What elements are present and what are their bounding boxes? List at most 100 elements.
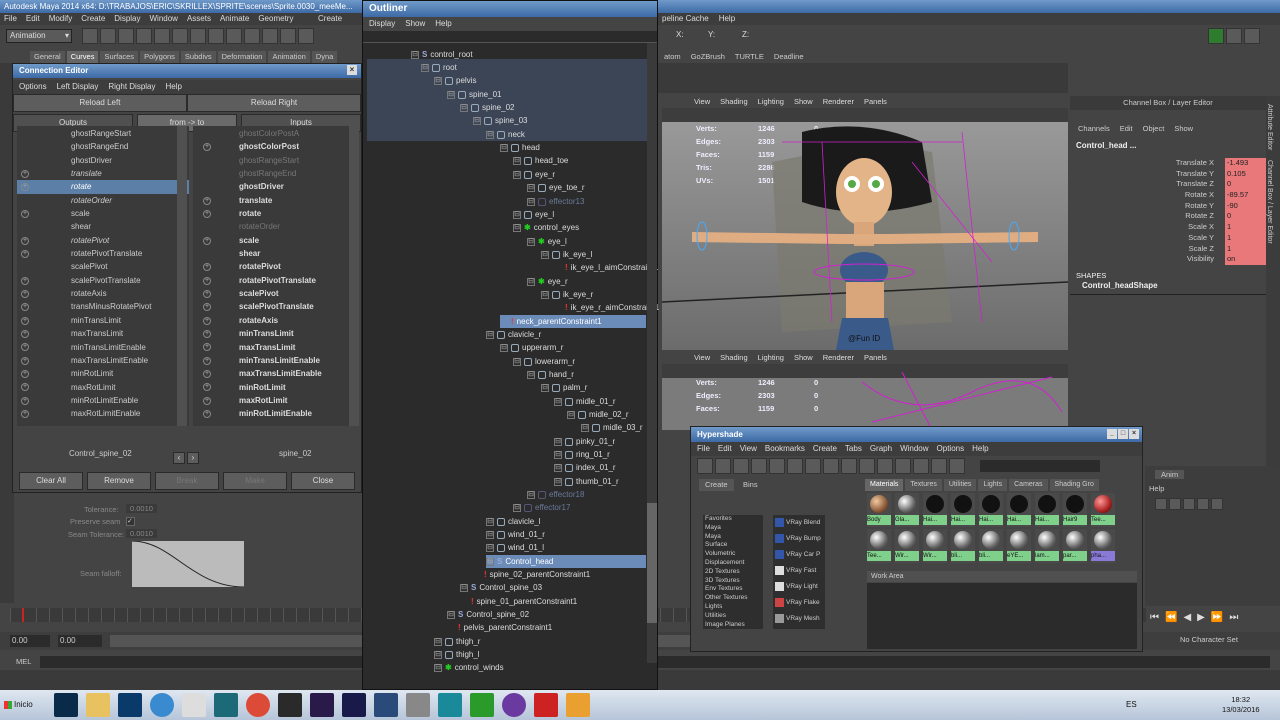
expand-toggle-icon[interactable]: ⊟ <box>500 143 508 152</box>
play-back-icon[interactable]: ◀ <box>1183 612 1197 623</box>
folder-icon[interactable] <box>86 693 110 717</box>
expand-toggle-icon[interactable]: ⊟ <box>513 170 521 179</box>
ie-icon[interactable] <box>150 693 174 717</box>
goto-end-icon[interactable]: ⏭ <box>1229 612 1244 623</box>
outliner-item[interactable]: ⊟ wind_01_r <box>486 528 545 541</box>
vp-menu-view[interactable]: View <box>694 96 710 108</box>
toggle-attr-editor-icon[interactable] <box>1208 28 1224 44</box>
character-set-field[interactable]: No Character Set <box>1180 635 1238 644</box>
vray-node[interactable]: VRay Blend <box>773 515 825 531</box>
tree-item[interactable]: Env Textures <box>705 585 763 594</box>
expand-toggle-icon[interactable]: ⊟ <box>460 583 468 592</box>
tree-item[interactable]: 2D Textures <box>705 568 763 577</box>
cb-value[interactable]: on <box>1225 254 1267 265</box>
outliner-item[interactable]: ⊟ spine_03 <box>473 114 527 127</box>
outliner-item[interactable]: ⊟ ring_01_r <box>554 448 610 461</box>
expand-toggle-icon[interactable]: ⊟ <box>434 76 442 85</box>
vp2-menu-shading[interactable]: Shading <box>720 352 748 364</box>
expand-toggle-icon[interactable]: ⊟ <box>486 517 494 526</box>
outliner-item[interactable]: ⊟ hand_r <box>527 368 574 381</box>
outliner-item[interactable]: ⊟ ik_eye_l <box>541 248 592 261</box>
hs-search-field[interactable] <box>979 460 1100 472</box>
vp2-menu-show[interactable]: Show <box>794 352 813 364</box>
outliner-item[interactable]: ⊟ clavicle_r <box>486 328 541 341</box>
chrome-icon[interactable] <box>246 693 270 717</box>
expand-toggle-icon[interactable]: ⊟ <box>581 423 589 432</box>
outliner-item[interactable]: ⊟ head <box>500 141 540 154</box>
expand-toggle-icon[interactable]: ⊟ <box>513 223 521 232</box>
outliner-item[interactable]: ⊟ lowerarm_r <box>513 355 575 368</box>
maya-icon[interactable] <box>214 693 238 717</box>
expand-toggle-icon[interactable]: ⊟ <box>421 63 429 72</box>
outliner-item[interactable]: ⊟ S Control_spine_03 <box>460 581 542 594</box>
hs-menu-help[interactable]: Help <box>972 442 988 456</box>
hs-tab-materials[interactable]: Materials <box>865 479 904 491</box>
material-swatch[interactable]: eYE... <box>1007 529 1031 563</box>
menu-create-deform[interactable]: Create Deform <box>318 13 362 25</box>
hs-tool-icon-8[interactable] <box>823 458 839 474</box>
expand-toggle-icon[interactable]: ⊟ <box>541 290 549 299</box>
photoshop-2-icon[interactable] <box>118 693 142 717</box>
vp2-menu-view[interactable]: View <box>694 352 710 364</box>
expand-toggle-icon[interactable]: ⊟ <box>527 183 535 192</box>
work-area[interactable] <box>867 583 1137 649</box>
cb-row-rotate-x[interactable]: Rotate X -89.57 <box>1070 190 1267 201</box>
outliner-item[interactable]: ⊟ eye_toe_r <box>527 181 585 194</box>
expand-toggle-icon[interactable]: ⊟ <box>527 490 535 499</box>
ipr-icon[interactable] <box>298 28 314 44</box>
channel-box-tab[interactable]: Channel Box / Layer Editor <box>1266 160 1273 244</box>
tree-item[interactable]: Maya <box>705 533 763 542</box>
tree-item[interactable]: Image Planes <box>705 621 763 629</box>
cb-value[interactable]: -1.493 <box>1225 158 1267 169</box>
outliner-item[interactable]: ⊟ spine_02 <box>460 101 514 114</box>
shelf-tab-turtle[interactable]: TURTLE <box>735 51 764 63</box>
vp-menu-panels[interactable]: Panels <box>864 96 887 108</box>
tree-item[interactable]: 3D Textures <box>705 577 763 586</box>
material-swatch[interactable]: Hai... <box>951 493 975 527</box>
material-swatch[interactable]: Tee... <box>867 529 891 563</box>
outliner-item[interactable]: ⊟!ik_eye_l_aimConstraint1 <box>554 261 658 274</box>
layer-add-icon[interactable] <box>1169 498 1181 510</box>
outliner-item[interactable]: ⊟ ✱ eye_r <box>527 275 568 288</box>
tree-item[interactable]: Maya <box>705 524 763 533</box>
material-swatch[interactable]: bli... <box>979 529 1003 563</box>
expand-toggle-icon[interactable]: ⊟ <box>554 450 562 459</box>
tree-item[interactable]: Lights <box>705 603 763 612</box>
outliner-scrollbar[interactable] <box>647 43 657 663</box>
cb-value[interactable]: -89.57 <box>1225 190 1267 201</box>
language-indicator[interactable]: ES <box>1126 700 1137 709</box>
app6-icon[interactable] <box>502 693 526 717</box>
hs-tool-icon-13[interactable] <box>913 458 929 474</box>
outliner-item[interactable]: ⊟ midle_03_r <box>581 421 643 434</box>
vray-node[interactable]: VRay Fast <box>773 563 825 579</box>
tree-item[interactable]: Utilities <box>705 612 763 621</box>
hs-maximize-icon[interactable]: □ <box>1118 429 1128 439</box>
outliner-item[interactable]: ⊟ S Control_head <box>486 555 646 568</box>
material-swatch[interactable]: bli... <box>951 529 975 563</box>
material-swatch[interactable]: Wir... <box>923 529 947 563</box>
shelf-tab-atom[interactable]: atom <box>664 51 681 63</box>
expand-toggle-icon[interactable]: ⊟ <box>513 156 521 165</box>
cb-row-scale-y[interactable]: Scale Y 1 <box>1070 232 1267 244</box>
cb-row-rotate-y[interactable]: Rotate Y -90 <box>1070 200 1267 212</box>
outliner-item[interactable]: ⊟ S Control_spine_02 <box>447 608 529 621</box>
hs-menu-create[interactable]: Create <box>813 442 837 456</box>
hs-tool-icon-12[interactable] <box>895 458 911 474</box>
cb-shape-name[interactable]: Control_headShape <box>1070 280 1266 292</box>
shelf-tab-deadline[interactable]: Deadline <box>774 51 804 63</box>
clock[interactable]: 18:32 13/03/2016 <box>1222 695 1260 715</box>
cb-row-translate-x[interactable]: Translate X -1.493 <box>1070 158 1267 169</box>
hs-menu-file[interactable]: File <box>697 442 710 456</box>
layer-del-icon[interactable] <box>1211 498 1223 510</box>
material-swatch[interactable]: Body <box>867 493 891 527</box>
expand-toggle-icon[interactable]: ⊟ <box>541 383 549 392</box>
hs-menu-window[interactable]: Window <box>900 442 928 456</box>
step-fwd-icon[interactable]: ⏩ <box>1211 612 1229 623</box>
material-swatch[interactable]: pha... <box>1091 529 1115 563</box>
cb-value[interactable]: 1 <box>1225 232 1267 244</box>
expand-toggle-icon[interactable]: ⊟ <box>486 557 494 566</box>
material-swatch[interactable]: Hai... <box>923 493 947 527</box>
outliner-item[interactable]: ⊟ eye_l <box>513 208 554 221</box>
outliner-filter-field[interactable] <box>363 31 657 43</box>
hs-tool-icon-14[interactable] <box>931 458 947 474</box>
